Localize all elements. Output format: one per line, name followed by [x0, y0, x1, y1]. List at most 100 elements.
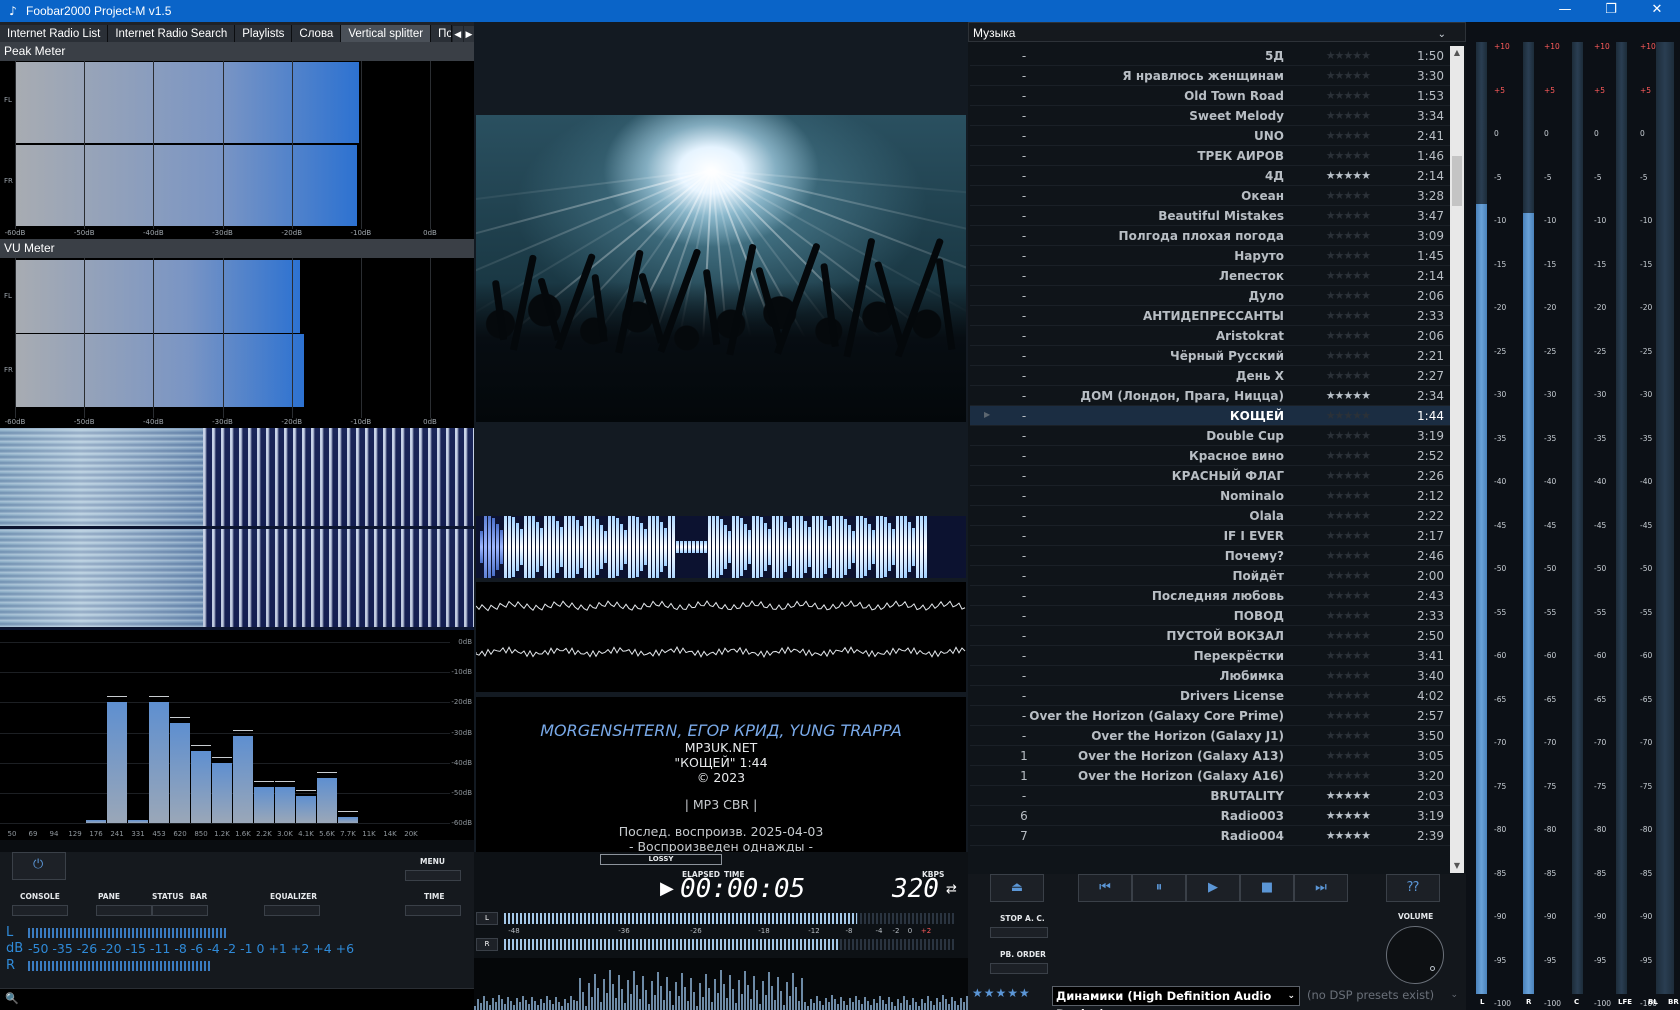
playlist-row[interactable]: - День X ★★★★★ 2:27: [970, 366, 1450, 386]
track-year: © 2023: [696, 770, 746, 785]
equalizer-button[interactable]: [264, 905, 320, 916]
pause-button[interactable]: ⏸: [1132, 874, 1186, 902]
waveform-seekbar[interactable]: [476, 516, 966, 578]
playlist-row[interactable]: - Дуло ★★★★★ 2:06: [970, 286, 1450, 306]
playlist-row[interactable]: - Nominalo ★★★★★ 2:12: [970, 486, 1450, 506]
playlist-row[interactable]: - Old Town Road ★★★★★ 1:53: [970, 86, 1450, 106]
playlist-row[interactable]: - Beautiful Mistakes ★★★★★ 3:47: [970, 206, 1450, 226]
waveform-peak: [684, 541, 687, 553]
tab-internet-radio-list[interactable]: Internet Radio List: [0, 25, 109, 42]
row-rating-stars: ★★★★★: [1325, 389, 1371, 402]
playlist-row[interactable]: - Лепесток ★★★★★ 2:14: [970, 266, 1450, 286]
time-button[interactable]: [405, 905, 461, 916]
playlist-row[interactable]: - Перекрёстки ★★★★★ 3:41: [970, 646, 1450, 666]
tab-scroll-right-icon[interactable]: ▶: [463, 26, 474, 42]
stop-button[interactable]: ■: [1240, 874, 1294, 902]
console-button[interactable]: [12, 905, 68, 916]
tab-scroll-left-icon[interactable]: ◀: [452, 26, 463, 42]
playlist-row[interactable]: - Aristokrat ★★★★★ 2:06: [970, 326, 1450, 346]
playlist-row[interactable]: - ТРЕК АИРОВ ★★★★★ 1:46: [970, 146, 1450, 166]
playlist-row[interactable]: - ПУСТОЙ ВОКЗАЛ ★★★★★ 2:50: [970, 626, 1450, 646]
playlist-row[interactable]: - Пойдёт ★★★★★ 2:00: [970, 566, 1450, 586]
row-rating-stars: ★★★★★: [1325, 69, 1371, 82]
stop-after-current-button[interactable]: [990, 927, 1048, 938]
playlist-row[interactable]: ▶ - КОЩЕЙ ★★★★★ 1:44: [970, 406, 1450, 426]
pane-button[interactable]: [96, 905, 152, 916]
playlist-row[interactable]: - Over the Horizon (Galaxy Core Prime) ★★★…: [970, 706, 1450, 726]
playlist-row[interactable]: 6 Radio003 ★★★★★ 3:19: [970, 806, 1450, 826]
maximize-button[interactable]: ❐: [1588, 0, 1634, 22]
playlist-row[interactable]: - КРАСНЫЙ ФЛАГ ★★★★★ 2:26: [970, 466, 1450, 486]
tab-playlists[interactable]: Playlists: [235, 25, 293, 42]
waveform-peak: [860, 516, 863, 578]
row-play-count: -: [1021, 189, 1027, 203]
row-play-count: 6: [1020, 809, 1028, 823]
scroll-up-icon[interactable]: ▲: [1450, 46, 1464, 60]
playlist-row[interactable]: - 5Д ★★★★★ 1:50: [970, 46, 1450, 66]
playlist-row[interactable]: - Почему? ★★★★★ 2:46: [970, 546, 1450, 566]
playlist-row[interactable]: - Sweet Melody ★★★★★ 3:34: [970, 106, 1450, 126]
power-button[interactable]: ⏻: [12, 852, 66, 880]
tab-lyrics[interactable]: Слова: [292, 25, 342, 42]
playlist-row[interactable]: - Olala ★★★★★ 2:22: [970, 506, 1450, 526]
channel-scale-tick: -85: [1594, 868, 1607, 878]
channel-meters: +10 +5 0 -5 -10 -15 -20 -25 -30 -35 -40 -45 -50 -55 -6…: [1466, 22, 1680, 1010]
channel-scale-tick: -75: [1494, 781, 1507, 791]
playlist-row[interactable]: - BRUTALITY ★★★★★ 2:03: [970, 786, 1450, 806]
playlist-row[interactable]: 1 Over the Horizon (Galaxy A16) ★★★★★ 3:20: [970, 766, 1450, 786]
waveform-peak: [800, 516, 803, 578]
spectrum-peak: [233, 729, 253, 731]
playlist-row[interactable]: - Drivers License ★★★★★ 4:02: [970, 686, 1450, 706]
row-title: Double Cup: [1206, 429, 1284, 443]
playlist-row[interactable]: - 4Д ★★★★★ 2:14: [970, 166, 1450, 186]
playlist-row[interactable]: - Полгода плохая погода ★★★★★ 3:09: [970, 226, 1450, 246]
status-bar-button[interactable]: [152, 905, 208, 916]
playlist-row[interactable]: - Океан ★★★★★ 3:28: [970, 186, 1450, 206]
stop-icon: ■: [1260, 880, 1274, 895]
playlist-row[interactable]: 1 Over the Horizon (Galaxy A13) ★★★★★ 3:05: [970, 746, 1450, 766]
close-button[interactable]: ✕: [1634, 0, 1680, 22]
playlist-row[interactable]: - Последняя любовь ★★★★★ 2:43: [970, 586, 1450, 606]
volume-knob[interactable]: [1386, 926, 1444, 984]
tab-vertical-splitter[interactable]: Vertical splitter: [341, 25, 432, 42]
scroll-thumb[interactable]: [1452, 156, 1462, 206]
playlist-row[interactable]: - IF I EVER ★★★★★ 2:17: [970, 526, 1450, 546]
tab-internet-radio-search[interactable]: Internet Radio Search: [108, 25, 236, 42]
playlist-row[interactable]: - Over the Horizon (Galaxy J1) ★★★★★ 3:50: [970, 726, 1450, 746]
rating-stars[interactable]: ★★★★★: [972, 986, 1031, 1000]
eject-button[interactable]: ⏏: [990, 874, 1044, 902]
playlist-selector[interactable]: Музыка ⌄: [968, 22, 1466, 42]
menu-button[interactable]: [405, 870, 461, 881]
playlist-row[interactable]: - Я нравлюсь женщинам ★★★★★ 3:30: [970, 66, 1450, 86]
output-device-select[interactable]: Динамики (High Definition Audio Device) …: [1052, 986, 1300, 1010]
row-play-count: -: [1021, 449, 1027, 463]
row-rating-stars: ★★★★★: [1325, 89, 1371, 102]
minimize-button[interactable]: —: [1542, 0, 1588, 22]
playlist-row[interactable]: - Любимка ★★★★★ 3:40: [970, 666, 1450, 686]
play-button[interactable]: ▶: [1186, 874, 1240, 902]
mini-spectrum-bar: [654, 995, 656, 1010]
playback-order-button[interactable]: [990, 963, 1048, 974]
tab-clipped[interactable]: По: [431, 25, 452, 42]
dsp-preset-select[interactable]: (no DSP presets exist) ⌄: [1304, 986, 1464, 1006]
playlist-row[interactable]: - UNO ★★★★★ 2:41: [970, 126, 1450, 146]
playlist-row[interactable]: - Наруто ★★★★★ 1:45: [970, 246, 1450, 266]
previous-button[interactable]: ⏮: [1078, 874, 1132, 902]
scroll-down-icon[interactable]: ▼: [1450, 859, 1464, 873]
playlist-row[interactable]: - Double Cup ★★★★★ 3:19: [970, 426, 1450, 446]
mini-spectrum-bar: [597, 988, 599, 1010]
playlist-row[interactable]: - АНТИДЕПРЕССАНТЫ ★★★★★ 2:33: [970, 306, 1450, 326]
playlist-row[interactable]: 7 Radio004 ★★★★★ 2:39: [970, 826, 1450, 846]
channel-meter-fill: [1523, 213, 1534, 994]
playlist-row[interactable]: - Красное вино ★★★★★ 2:52: [970, 446, 1450, 466]
mini-spectrum-bar: [957, 1005, 959, 1010]
playlist-row[interactable]: - ПОВОД ★★★★★ 2:33: [970, 606, 1450, 626]
search-bar[interactable]: 🔍: [0, 988, 474, 1010]
playlist-scrollbar[interactable]: ▲ ▼: [1450, 46, 1464, 873]
row-title: Красное вино: [1189, 449, 1284, 463]
mini-spectrum-bar: [906, 1000, 908, 1010]
playlist-row[interactable]: - Чёрный Русский ★★★★★ 2:21: [970, 346, 1450, 366]
playlist-row[interactable]: - ДОМ (Лондон, Прага, Ницца) ★★★★★ 2:34: [970, 386, 1450, 406]
random-track-button[interactable]: ⁇: [1386, 874, 1440, 902]
next-button[interactable]: ⏭: [1294, 874, 1348, 902]
